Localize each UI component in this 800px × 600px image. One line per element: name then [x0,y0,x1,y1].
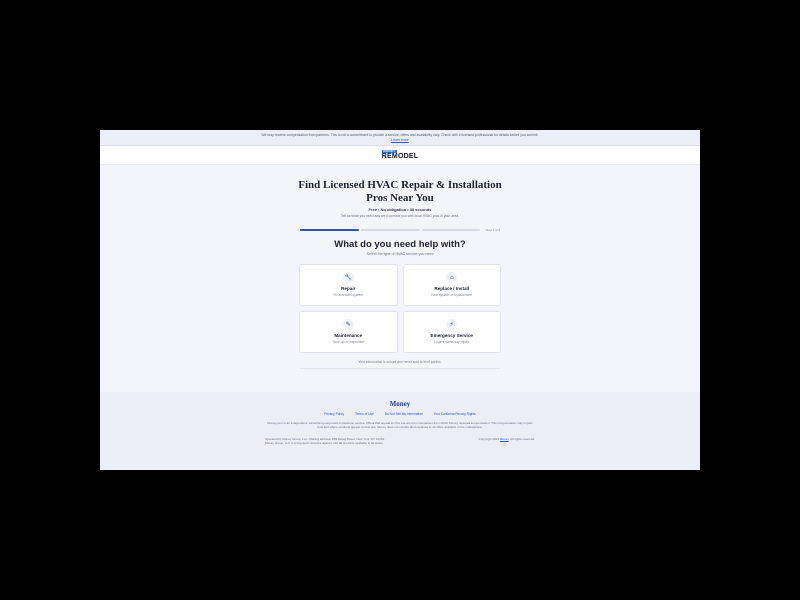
option-title: Repair [341,286,356,292]
banner-learn-more-link[interactable]: Learn more [391,138,408,142]
option-title: Replace / Install [434,286,470,292]
option-repair[interactable]: 🔧 Repair Fix a broken system [299,263,398,306]
wrench-icon: 🔧 [342,272,354,284]
privacy-note: Your information is secure and never sol… [300,360,500,369]
question-subtitle: Select the type of HVAC service you need [366,251,434,256]
footer-brand: Money [389,400,411,408]
option-subtitle: Urgent same-day repair [434,339,470,344]
site-logo[interactable]: MONEY REMODEL [381,150,419,160]
progress-segment-3 [421,229,481,231]
option-subtitle: Tune-up or inspection [332,339,365,344]
page-title: Find Licensed HVAC Repair & Installation… [298,179,502,204]
footer-bottom: Operated by Money Group, LLC. Mailing ad… [265,437,535,446]
progress-segment-2 [360,229,420,231]
site-header: MONEY REMODEL [100,146,700,165]
footer-link-california-privacy[interactable]: Your California Privacy Rights [434,412,476,416]
option-subtitle: New system or replacement [431,292,473,297]
progress-segment-1 [300,229,359,231]
copyright-link[interactable]: Money [500,437,509,441]
footer-address: Operated by Money Group, LLC. Mailing ad… [265,437,385,446]
footer-link-privacy-policy[interactable]: Privacy Policy [324,412,344,416]
footer-disclaimer: Money.com is an independent, advertising… [267,421,533,430]
option-emergency-service[interactable]: ⚡ Emergency Service Urgent same-day repa… [402,310,501,353]
lead-form: Find Licensed HVAC Repair & Installation… [100,165,700,369]
progress-bar: Step 1 of 4 [300,228,500,232]
question-title: What do you need help with? [334,239,466,250]
copyright-suffix: . All rights reserved. [508,436,535,441]
page-tagline: Free • No obligation • 30 seconds [368,207,432,212]
copyright-prefix: Copyright 2024 [478,436,500,441]
option-title: Emergency Service [430,333,473,339]
banner-text: We may receive compensation from partner… [261,133,539,137]
service-options: 🔧 Repair Fix a broken system ⌂ Replace /… [299,263,501,353]
footer-address-line-2: Money Group, LLC is a licensed insurance… [265,440,384,445]
footer-link-do-not-sell[interactable]: Do Not Sell My Information [385,412,423,416]
disclosure-banner: We may receive compensation from partner… [100,130,700,146]
option-replace-install[interactable]: ⌂ Replace / Install New system or replac… [402,263,501,306]
page-description: Tell us what you need and we'll connect … [340,214,460,218]
pencil-icon: ✎ [342,319,354,331]
footer-copyright: Copyright 2024 Money. All rights reserve… [479,437,535,446]
browser-viewport: We may receive compensation from partner… [100,130,700,470]
home-icon: ⌂ [446,272,458,284]
option-subtitle: Fix a broken system [333,292,364,297]
option-maintenance[interactable]: ✎ Maintenance Tune-up or inspection [299,310,398,353]
option-title: Maintenance [334,333,363,339]
lightning-icon: ⚡ [446,319,458,331]
logo-main-text: REMODEL [381,153,419,160]
progress-step-label: Step 1 of 4 [485,228,500,232]
footer-links: Privacy Policy Terms of Use Do Not Sell … [100,412,700,416]
site-footer: Money Privacy Policy Terms of Use Do Not… [100,392,700,470]
footer-link-terms-of-use[interactable]: Terms of Use [355,412,374,416]
